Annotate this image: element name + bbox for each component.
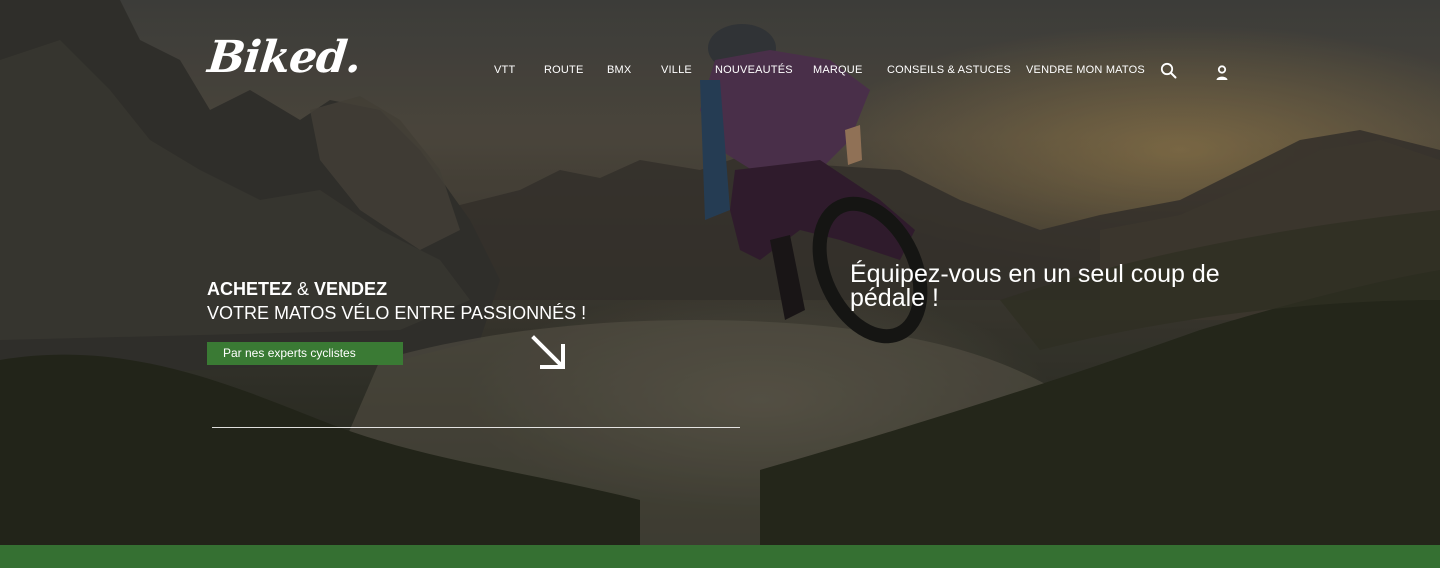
nav-item-marque[interactable]: MARQUE [813,64,862,76]
nav-item-vendre-mon-matos[interactable]: VENDRE MON MATOS [1026,64,1145,76]
nav-item-bmx[interactable]: BMX [607,64,631,76]
tagline-amp: & [297,279,310,299]
hero-divider [212,427,740,428]
nav-item-ville[interactable]: VILLE [661,64,692,76]
nav-item-route[interactable]: ROUTE [544,64,584,76]
experts-cta-button[interactable]: Par nes experts cyclistes [207,342,403,365]
nav-item-conseils-astuces[interactable]: CONSEILS & ASTUCES [887,64,1011,76]
tagline-buy: ACHETEZ [207,279,292,299]
footer-green-band [0,545,1440,568]
search-icon[interactable] [1160,62,1178,80]
nav-item-vtt[interactable]: VTT [494,64,515,76]
tagline-sell: VENDEZ [314,279,388,299]
hero-headline: Équipez-vous en un seul coup de pédale ! [850,260,1220,312]
brand-logo[interactable]: Biked. [205,32,363,83]
hero-tagline-line2: VOTRE MATOS VÉLO ENTRE PASSIONNÉS ! [207,303,587,323]
hero-tagline-line1: ACHETEZ & VENDEZ [207,278,387,300]
nav-item-nouveautes[interactable]: NOUVEAUTÉS [715,64,793,76]
arrow-down-right-icon[interactable] [530,334,568,372]
user-icon[interactable] [1213,64,1231,82]
